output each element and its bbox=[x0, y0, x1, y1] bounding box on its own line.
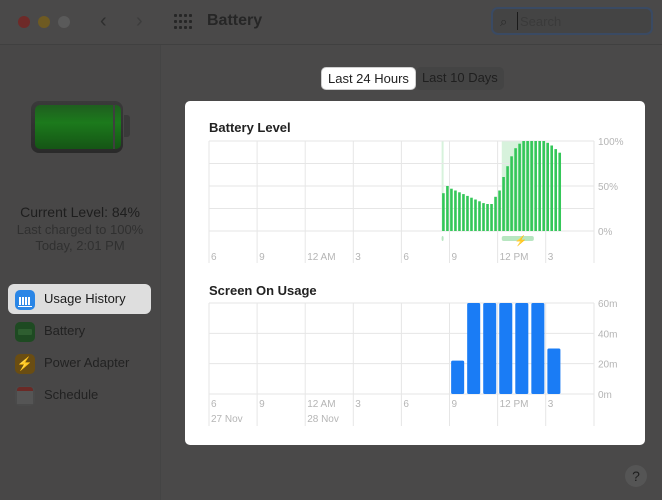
battery-level-bar bbox=[446, 186, 449, 231]
battery-level-bar bbox=[534, 141, 537, 231]
help-button[interactable]: ? bbox=[625, 465, 647, 487]
usage-history-icon bbox=[15, 290, 35, 310]
battery-level-bar bbox=[506, 166, 509, 231]
charged-time-text: Today, 2:01 PM bbox=[35, 238, 125, 253]
sidebar-item-label: Battery bbox=[44, 323, 86, 338]
battery-level-bar bbox=[486, 204, 489, 231]
back-button[interactable]: ‹ bbox=[100, 10, 107, 33]
x-tick-label: 12 PM bbox=[500, 252, 529, 263]
y-tick-label: 40m bbox=[598, 329, 617, 340]
y-tick-label: 50% bbox=[598, 182, 618, 193]
show-all-grid-icon[interactable] bbox=[174, 14, 192, 30]
battery-level-bar bbox=[510, 156, 513, 231]
x-tick-label: 6 bbox=[403, 399, 409, 410]
sidebar-item-battery[interactable]: Battery bbox=[8, 316, 151, 346]
minimize-button[interactable] bbox=[38, 16, 50, 28]
battery-level-bar bbox=[454, 190, 457, 231]
y-tick-label: 0m bbox=[598, 390, 612, 401]
battery-level-bar bbox=[490, 204, 493, 231]
search-icon: ⌕ bbox=[500, 14, 508, 29]
date-label: 28 Nov bbox=[307, 414, 339, 425]
screen-usage-bar bbox=[515, 303, 529, 394]
battery-level-bar bbox=[526, 141, 529, 231]
x-tick-label: 9 bbox=[259, 252, 265, 263]
forward-button[interactable]: › bbox=[136, 10, 143, 33]
time-range-control: Last 24 Hours Last 10 Days bbox=[321, 67, 504, 90]
battery-level-bar bbox=[522, 141, 525, 231]
battery-level-bar bbox=[474, 199, 477, 231]
screen-usage-bar bbox=[547, 348, 561, 394]
close-button[interactable] bbox=[18, 16, 30, 28]
battery-level-bar bbox=[518, 143, 521, 231]
search-input[interactable] bbox=[517, 12, 650, 30]
battery-level-bar bbox=[494, 196, 497, 231]
sidebar-item-power-adapter[interactable]: ⚡ Power Adapter bbox=[8, 348, 151, 378]
x-tick-label: 6 bbox=[211, 399, 217, 410]
last-charged-text: Last charged to 100% bbox=[16, 222, 144, 237]
screen-usage-bar bbox=[499, 303, 513, 394]
battery-level-bar bbox=[542, 141, 545, 231]
schedule-icon bbox=[15, 386, 35, 406]
battery-status-icon bbox=[31, 101, 130, 153]
battery-level-bar bbox=[502, 177, 505, 231]
sidebar-item-label: Usage History bbox=[44, 291, 126, 306]
charging-bolt-icon: ⚡ bbox=[515, 234, 527, 247]
y-tick-label: 20m bbox=[598, 360, 617, 371]
x-tick-label: 6 bbox=[211, 252, 217, 263]
tab-last-24-hours[interactable]: Last 24 Hours bbox=[321, 67, 416, 90]
screen-usage-bar bbox=[531, 303, 545, 394]
screen-usage-bar bbox=[451, 360, 465, 394]
sidebar-item-label: Schedule bbox=[44, 387, 99, 402]
battery-level-bar bbox=[554, 149, 558, 231]
x-tick-label: 3 bbox=[355, 399, 361, 410]
zoom-button[interactable] bbox=[58, 16, 70, 28]
x-tick-label: 3 bbox=[548, 399, 554, 410]
battery-level-bar bbox=[478, 201, 481, 231]
battery-level-bar bbox=[514, 148, 517, 231]
y-tick-label: 60m bbox=[598, 299, 617, 310]
sidebar-item-usage-history[interactable]: Usage History bbox=[8, 284, 151, 314]
battery-level-bar bbox=[458, 192, 461, 231]
screen-usage-bar bbox=[483, 303, 497, 394]
battery-level-bar bbox=[462, 194, 465, 231]
x-tick-label: 12 AM bbox=[307, 252, 335, 263]
y-tick-label: 100% bbox=[598, 137, 624, 148]
battery-level-bar bbox=[538, 141, 541, 231]
charging-indicator bbox=[441, 236, 444, 241]
window-title: Battery bbox=[207, 12, 263, 29]
battery-level-bar bbox=[558, 152, 562, 231]
battery-icon bbox=[15, 322, 35, 342]
x-tick-label: 12 AM bbox=[307, 399, 335, 410]
x-tick-label: 12 PM bbox=[500, 399, 529, 410]
current-level-text: Current Level: 84% bbox=[20, 204, 140, 220]
battery-level-bar bbox=[482, 203, 485, 231]
battery-level-bar bbox=[442, 193, 445, 231]
search-field[interactable]: ⌕ bbox=[491, 7, 653, 35]
battery-level-bar bbox=[498, 190, 501, 231]
date-label: 27 Nov bbox=[211, 414, 243, 425]
battery-level-bar bbox=[470, 197, 473, 231]
x-tick-label: 3 bbox=[548, 252, 554, 263]
power-adapter-icon: ⚡ bbox=[15, 354, 35, 374]
title-bar: ‹ › Battery ⌕ bbox=[0, 0, 662, 45]
y-tick-label: 0% bbox=[598, 227, 613, 238]
screen-usage-bar bbox=[467, 303, 481, 394]
battery-level-bar bbox=[450, 188, 453, 231]
usage-chart-card: Battery Level Screen On Usage ⚡ 6 9 12 AM 3 6… bbox=[185, 101, 645, 445]
sidebar-item-label: Power Adapter bbox=[44, 355, 130, 370]
battery-level-bar bbox=[550, 145, 553, 231]
charts-svg: ⚡ 6 9 12 AM 3 6 9 12 PM 3 0% 50% 100% 6 9 12 AM 3 6 9 12 P… bbox=[208, 137, 624, 426]
x-tick-label: 9 bbox=[452, 399, 458, 410]
x-tick-label: 6 bbox=[403, 252, 409, 263]
battery-level-bar bbox=[546, 142, 549, 231]
x-tick-label: 9 bbox=[259, 399, 265, 410]
battery-level-bar bbox=[466, 195, 469, 231]
x-tick-label: 9 bbox=[452, 252, 458, 263]
battery-level-bar bbox=[530, 141, 533, 231]
sidebar-item-schedule[interactable]: Schedule bbox=[8, 380, 151, 410]
x-tick-label: 3 bbox=[355, 252, 361, 263]
tab-last-10-days[interactable]: Last 10 Days bbox=[415, 67, 504, 90]
